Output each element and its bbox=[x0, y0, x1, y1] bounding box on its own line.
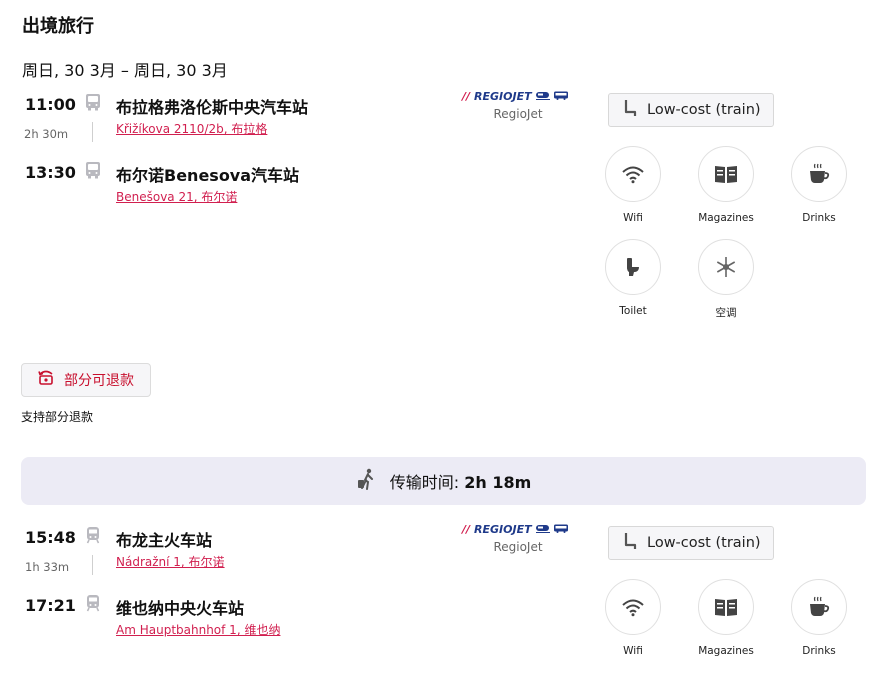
transfer-label: 传输时间: bbox=[389, 473, 460, 492]
bus-icon bbox=[553, 523, 568, 536]
train-icon bbox=[84, 594, 102, 616]
wifi-icon bbox=[605, 579, 661, 635]
refund-button[interactable]: 部分可退款 bbox=[21, 363, 151, 397]
magazine-icon bbox=[698, 579, 754, 635]
arrival-time: 17:21 bbox=[25, 596, 76, 615]
amenity-label: Wifi bbox=[623, 212, 643, 224]
coffee-icon bbox=[791, 579, 847, 635]
refund-note: 支持部分退款 bbox=[21, 410, 94, 424]
train-icon bbox=[535, 90, 550, 103]
refund-icon bbox=[36, 370, 56, 390]
amenity-label: Toilet bbox=[619, 305, 647, 317]
amenity-label: 空调 bbox=[715, 307, 737, 319]
fare-class-button[interactable]: Low-cost (train) bbox=[608, 526, 774, 560]
bus-icon bbox=[84, 93, 102, 115]
fare-class-button[interactable]: Low-cost (train) bbox=[608, 93, 774, 127]
departure-address-link[interactable]: Křižíkova 2110/2b, 布拉格 bbox=[116, 120, 267, 137]
arrival-address-link[interactable]: Benešova 21, 布尔诺 bbox=[116, 188, 237, 205]
page-title: 出境旅行 bbox=[22, 16, 94, 37]
train-icon bbox=[84, 526, 102, 548]
fare-class-label: Low-cost (train) bbox=[647, 102, 761, 118]
carrier-logo-text: REGIOJET bbox=[474, 523, 532, 536]
trip-date: 周日, 30 3月 – 周日, 30 3月 bbox=[22, 61, 228, 80]
transfer-time: 2h 18m bbox=[464, 473, 532, 492]
bus-icon bbox=[84, 161, 102, 183]
fare-class-label: Low-cost (train) bbox=[647, 535, 761, 551]
refund-label: 部分可退款 bbox=[64, 373, 134, 389]
carrier-name: RegioJet bbox=[493, 540, 543, 554]
seat-icon bbox=[623, 99, 637, 121]
carrier-logo: //REGIOJET bbox=[462, 523, 568, 536]
magazine-icon bbox=[698, 146, 754, 202]
amenity-label: Magazines bbox=[698, 212, 754, 224]
arrival-station: 布尔诺Benesova汽车站 bbox=[116, 166, 300, 185]
traveler-luggage-icon bbox=[356, 468, 378, 494]
carrier-logo: //REGIOJET bbox=[462, 90, 568, 103]
departure-address-link[interactable]: Nádražní 1, 布尔诺 bbox=[116, 553, 225, 570]
arrival-address-link[interactable]: Am Hauptbahnhof 1, 维也纳 bbox=[116, 621, 280, 638]
departure-station: 布龙主火车站 bbox=[116, 531, 213, 550]
wifi-icon bbox=[605, 146, 661, 202]
coffee-icon bbox=[791, 146, 847, 202]
transfer-banner: 传输时间: 2h 18m bbox=[21, 457, 866, 505]
snowflake-icon bbox=[698, 239, 754, 295]
departure-time: 11:00 bbox=[25, 95, 76, 114]
amenity-label: Drinks bbox=[802, 645, 836, 657]
carrier-logo-text: REGIOJET bbox=[474, 90, 532, 103]
timeline-connector bbox=[92, 122, 93, 142]
train-icon bbox=[535, 523, 550, 536]
arrival-station: 维也纳中央火车站 bbox=[116, 599, 245, 618]
trip-duration: 1h 33m bbox=[25, 560, 70, 574]
arrival-time: 13:30 bbox=[25, 163, 76, 182]
amenity-label: Wifi bbox=[623, 645, 643, 657]
amenity-label: Magazines bbox=[698, 645, 754, 657]
toilet-icon bbox=[605, 239, 661, 295]
bus-icon bbox=[553, 90, 568, 103]
timeline-connector bbox=[92, 555, 93, 575]
departure-time: 15:48 bbox=[25, 528, 76, 547]
departure-station: 布拉格弗洛伦斯中央汽车站 bbox=[116, 98, 309, 117]
trip-duration: 2h 30m bbox=[24, 127, 69, 141]
carrier-name: RegioJet bbox=[493, 107, 543, 121]
amenity-label: Drinks bbox=[802, 212, 836, 224]
seat-icon bbox=[623, 532, 637, 554]
